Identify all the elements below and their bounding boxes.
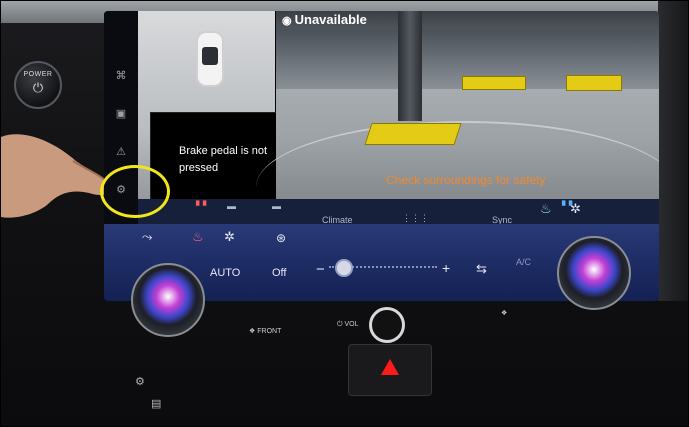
seat-heat-left-icon[interactable]: ▘▘: [196, 201, 210, 212]
power-button[interactable]: POWER ⏻: [14, 61, 62, 109]
pointing-finger: [1, 134, 112, 218]
hazard-button[interactable]: [348, 344, 432, 396]
camera-unavailable-icon: ◉: [282, 15, 292, 27]
recirculation-icon[interactable]: ⇆: [476, 261, 487, 277]
safety-warning: Check surroundings for safety: [386, 173, 546, 187]
fan-minus-button[interactable]: −: [316, 261, 325, 278]
camera-status: ◉ Unavailable: [282, 12, 367, 27]
dashboard-right-trim: [658, 1, 688, 301]
airflow-icon[interactable]: ⤳: [142, 229, 152, 245]
front-defrost-label: FRONT: [257, 328, 282, 335]
sensor-icon[interactable]: ⌘: [114, 69, 128, 83]
door-icon[interactable]: ▣: [114, 107, 128, 121]
seat-heat-icon[interactable]: ♨: [192, 229, 204, 245]
right-temperature-dial[interactable]: [557, 236, 631, 310]
parking-icon[interactable]: ▤: [151, 397, 161, 410]
rear-camera-view: ◉ Unavailable Check surroundings for safe…: [256, 11, 659, 216]
ac-button[interactable]: A/C: [516, 257, 531, 267]
left-temperature-dial[interactable]: [131, 263, 205, 337]
car-icon: [196, 31, 224, 87]
seat-fan-right-icon[interactable]: ✲: [570, 201, 581, 217]
rear-defrost-button[interactable]: ❖: [501, 309, 507, 317]
warning-icon[interactable]: ⚠: [114, 145, 128, 159]
hazard-icon: [381, 359, 399, 375]
volume-knob[interactable]: [369, 307, 405, 343]
highlight-circle: [100, 165, 170, 218]
camera-pillar: [398, 11, 422, 121]
power-icon: ⏻: [32, 80, 44, 95]
seat-fan-icon[interactable]: ✲: [224, 229, 235, 245]
volume-label-text: VOL: [344, 321, 359, 328]
parking-block: [364, 123, 462, 145]
parking-block: [462, 76, 526, 90]
fan-plus-button[interactable]: +: [442, 260, 450, 276]
power-button-label: POWER: [23, 71, 53, 78]
brake-message-text: Brake pedal is not pressed: [179, 145, 268, 174]
drive-mode-icon[interactable]: ⚙: [135, 375, 145, 388]
front-defrost-button[interactable]: ❖ FRONT: [249, 327, 281, 335]
fan-speed-handle[interactable]: [335, 259, 353, 277]
auto-button[interactable]: AUTO: [210, 267, 240, 279]
parking-block: [566, 75, 622, 91]
fan-off-button[interactable]: Off: [272, 267, 286, 279]
seat-cool-icon[interactable]: ♨: [540, 201, 552, 217]
grid-icon[interactable]: ⋮⋮⋮: [402, 213, 429, 224]
dashboard-photo: POWER ⏻ ⌘ ▣ ⚠ ⚙ Brake pedal is not press…: [0, 0, 689, 427]
steering-icon[interactable]: ⊛: [276, 231, 286, 245]
camera-status-text: Unavailable: [294, 12, 367, 27]
steering-heat-icon[interactable]: ▬: [272, 201, 281, 211]
volume-label: ⏻ VOL: [337, 321, 359, 328]
seat-vent-left-icon[interactable]: ▬: [227, 201, 236, 211]
